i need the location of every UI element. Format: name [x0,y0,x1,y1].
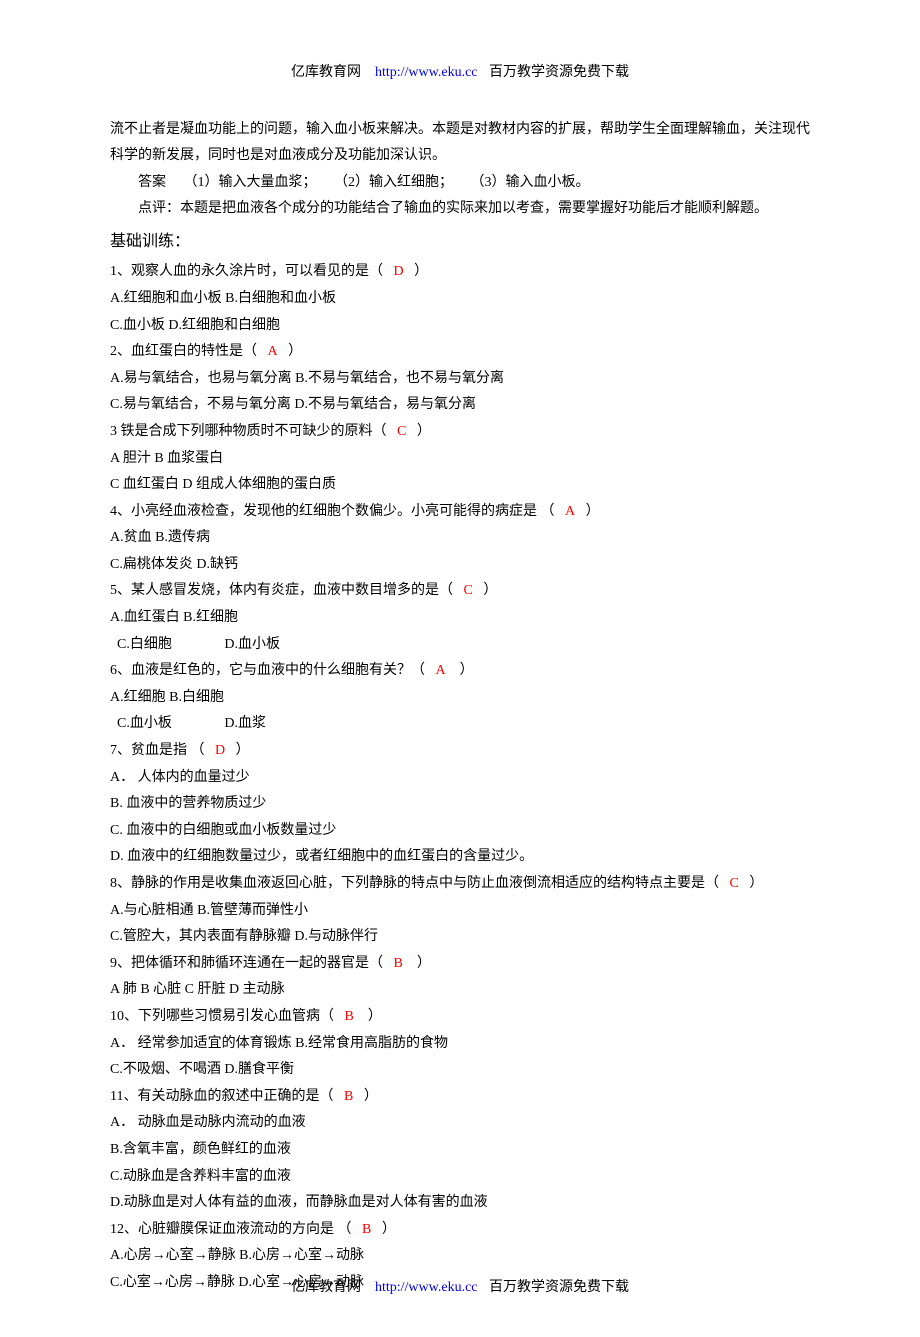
question-1: 1、观察人血的永久涂片时，可以看见的是（ D ） [110,259,810,286]
question-6: 6、血液是红色的，它与血液中的什么细胞有关？（ A ） [110,658,810,685]
q11-close: ） [364,1089,378,1104]
q12-close: ） [382,1222,396,1237]
q9-options-row1: A 肺 B 心脏 C 肝脏 D 主动脉 [110,977,810,1004]
question-9: 9、把体循环和肺循环连通在一起的器官是（ B ） [110,951,810,978]
q8-stem: 8、静脉的作用是收集血液返回心脏，下列静脉的特点中与防止血液倒流相适应的结构特点… [110,876,719,891]
q1-options-row1: A.红细胞和血小板 B.白细胞和血小板 [110,286,810,313]
q12-answer: B [362,1222,371,1237]
answer-1: （1）输入大量血浆； [184,175,317,190]
q3-answer: C [397,424,406,439]
q10-stem: 10、下列哪些习惯易引发心血管病（ [110,1009,334,1024]
answer-2: （2）输入红细胞； [334,175,453,190]
q3-options-row1: A 胆汁 B 血浆蛋白 [110,446,810,473]
page-header: 亿库教育网 http://www.eku.cc 百万教学资源免费下载 [110,60,810,87]
q5-answer: C [464,583,473,598]
q7-option-a: A． 人体内的血量过少 [110,765,810,792]
question-5: 5、某人感冒发烧，体内有炎症，血液中数目增多的是（ C ） [110,578,810,605]
answer-label: 答案 [138,175,166,190]
q6-options-row1: A.红细胞 B.白细胞 [110,685,810,712]
q4-options-row1: A.贫血 B.遗传病 [110,525,810,552]
comment-line: 点评：本题是把血液各个成分的功能结合了输血的实际来加以考查，需要掌握好功能后才能… [110,196,810,223]
q4-stem: 4、小亮经血液检查，发现他的红细胞个数偏少。小亮可能得的病症是 （ [110,504,555,519]
q10-close: ） [368,1009,382,1024]
question-8: 8、静脉的作用是收集血液返回心脏，下列静脉的特点中与防止血液倒流相适应的结构特点… [110,871,810,898]
q1-close: ） [414,264,428,279]
q2-answer: A [268,344,278,359]
q10-options-row1: A． 经常参加适宜的体育锻炼 B.经常食用高脂肪的食物 [110,1031,810,1058]
q12-stem: 12、心脏瓣膜保证血液流动的方向是 （ [110,1222,352,1237]
q7-option-c: C. 血液中的白细胞或血小板数量过少 [110,818,810,845]
question-7: 7、贫血是指 （ D ） [110,738,810,765]
q2-options-row2: C.易与氧结合，不易与氧分离 D.不易与氧结合，易与氧分离 [110,392,810,419]
q4-close: ） [586,504,600,519]
q9-stem: 9、把体循环和肺循环连通在一起的器官是（ [110,956,383,971]
q5-options-row2: C.白细胞 D.血小板 [110,632,810,659]
q11-option-d: D.动脉血是对人体有益的血液，而静脉血是对人体有害的血液 [110,1190,810,1217]
q5-close: ） [483,583,497,598]
slogan-text: 百万教学资源免费下载 [489,65,629,80]
q5-options-row1: A.血红蛋白 B.红细胞 [110,605,810,632]
q8-options-row2: C.管腔大，其内表面有静脉瓣 D.与动脉伴行 [110,924,810,951]
q10-options-row2: C.不吸烟、不喝酒 D.膳食平衡 [110,1057,810,1084]
question-12: 12、心脏瓣膜保证血液流动的方向是 （ B ） [110,1217,810,1244]
footer-url: http://www.eku.cc [375,1280,478,1295]
question-3: 3 铁是合成下列哪种物质时不可缺少的原料（ C ） [110,419,810,446]
q3-close: ） [417,424,431,439]
q12-options-row1: A.心房→心室→静脉 B.心房→心室→动脉 [110,1243,810,1270]
q4-options-row2: C.扁桃体发炎 D.缺钙 [110,552,810,579]
answer-3: （3）输入血小板。 [471,175,590,190]
q1-stem: 1、观察人血的永久涂片时，可以看见的是（ [110,264,383,279]
section-title: 基础训练： [110,227,810,257]
footer-brand: 亿库教育网 [291,1280,361,1295]
question-4: 4、小亮经血液检查，发现他的红细胞个数偏少。小亮可能得的病症是 （ A ） [110,499,810,526]
q7-close: ） [236,743,250,758]
q10-answer: B [345,1009,354,1024]
q11-stem: 11、有关动脉血的叙述中正确的是（ [110,1089,333,1104]
question-10: 10、下列哪些习惯易引发心血管病（ B ） [110,1004,810,1031]
q4-answer: A [565,504,575,519]
q7-stem: 7、贫血是指 （ [110,743,205,758]
q8-answer: C [730,876,739,891]
question-2: 2、血红蛋白的特性是（ A ） [110,339,810,366]
q9-answer: B [394,956,403,971]
q7-option-d: D. 血液中的红细胞数量过少，或者红细胞中的血红蛋白的含量过少。 [110,844,810,871]
q2-options-row1: A.易与氧结合，也易与氧分离 B.不易与氧结合，也不易与氧分离 [110,366,810,393]
q1-options-row2: C.血小板 D.红细胞和白细胞 [110,313,810,340]
question-11: 11、有关动脉血的叙述中正确的是（ B ） [110,1084,810,1111]
intro-paragraph-1: 流不止者是凝血功能上的问题，输入血小板来解决。本题是对教材内容的扩展，帮助学生全… [110,117,810,170]
q7-answer: D [215,743,225,758]
q5-stem: 5、某人感冒发烧，体内有炎症，血液中数目增多的是（ [110,583,453,598]
q9-close: ） [417,956,431,971]
answer-line: 答案 （1）输入大量血浆； （2）输入红细胞； （3）输入血小板。 [110,170,810,197]
q2-stem: 2、血红蛋白的特性是（ [110,344,257,359]
footer-slogan: 百万教学资源免费下载 [489,1280,629,1295]
q8-close: ） [749,876,763,891]
q11-option-a: A． 动脉血是动脉内流动的血液 [110,1110,810,1137]
brand-text: 亿库教育网 [291,65,361,80]
q1-answer: D [394,264,404,279]
q11-option-b: B.含氧丰富，颜色鲜红的血液 [110,1137,810,1164]
q3-stem: 3 铁是合成下列哪种物质时不可缺少的原料（ [110,424,387,439]
q3-options-row2: C 血红蛋白 D 组成人体细胞的蛋白质 [110,472,810,499]
document-body: 流不止者是凝血功能上的问题，输入血小板来解决。本题是对教材内容的扩展，帮助学生全… [110,117,810,1297]
q6-answer: A [436,663,446,678]
q2-close: ） [288,344,302,359]
q6-stem: 6、血液是红色的，它与血液中的什么细胞有关？（ [110,663,425,678]
q11-option-c: C.动脉血是含养料丰富的血液 [110,1164,810,1191]
q8-options-row1: A.与心脏相通 B.管壁薄而弹性小 [110,898,810,925]
q11-answer: B [344,1089,353,1104]
page-footer: 亿库教育网 http://www.eku.cc 百万教学资源免费下载 [0,1275,920,1302]
site-url: http://www.eku.cc [375,65,478,80]
q6-options-row2: C.血小板 D.血浆 [110,711,810,738]
q6-close: ） [460,663,474,678]
q7-option-b: B. 血液中的营养物质过少 [110,791,810,818]
